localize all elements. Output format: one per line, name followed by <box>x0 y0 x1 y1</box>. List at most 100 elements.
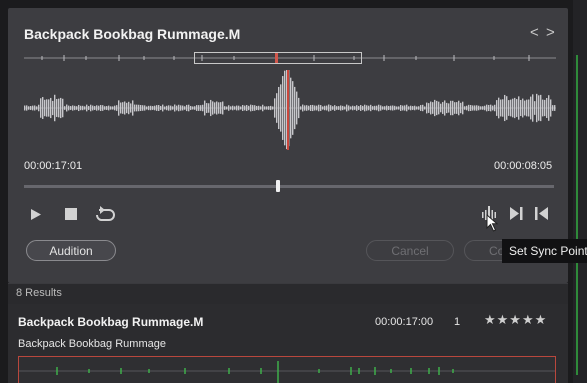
main-waveform[interactable] <box>24 70 556 150</box>
waveform-sample <box>138 104 140 112</box>
timecode-current: 00:00:17:01 <box>24 160 83 172</box>
waveform-sample <box>190 105 192 111</box>
waveform-sample <box>446 102 448 114</box>
waveform-sample <box>366 105 368 111</box>
waveform-sample <box>276 93 278 123</box>
waveform-sample <box>228 105 230 111</box>
waveform-sample <box>508 100 510 116</box>
waveform-sample <box>62 98 64 118</box>
waveform-sample <box>116 105 118 111</box>
waveform-sample <box>284 70 286 146</box>
waveform-sample <box>550 99 552 117</box>
waveform-sample <box>328 104 330 112</box>
waveform-sample <box>440 103 442 113</box>
result-rating-stars[interactable]: ★★★★★ <box>484 312 547 328</box>
waveform-sample <box>338 106 340 110</box>
waveform-sample <box>522 98 524 118</box>
waveform-sample <box>154 105 156 111</box>
waveform-sample <box>80 105 82 111</box>
waveform-sample <box>368 105 370 111</box>
waveform-sample <box>272 106 274 110</box>
waveform-sample <box>58 98 60 118</box>
waveform-sample <box>68 105 70 111</box>
waveform-sample <box>466 105 468 111</box>
waveform-sample <box>32 105 34 111</box>
audition-button[interactable]: Audition <box>26 240 116 261</box>
waveform-sample <box>294 86 296 130</box>
waveform-sample <box>384 106 386 110</box>
waveform-sample <box>48 99 50 117</box>
waveform-sample <box>42 97 44 119</box>
waveform-sample <box>514 97 516 119</box>
stop-icon[interactable] <box>65 208 77 220</box>
playhead-handle[interactable] <box>276 180 281 192</box>
waveform-sample <box>206 103 208 113</box>
waveform-sample <box>528 99 530 117</box>
waveform-sample <box>394 105 396 111</box>
waveform-sample <box>486 104 488 112</box>
waveform-sample <box>510 99 512 117</box>
waveform-sample <box>420 105 422 111</box>
waveform-sample <box>220 102 222 114</box>
waveform-sample <box>236 105 238 111</box>
waveform-sample <box>170 105 172 111</box>
waveform-sample <box>548 95 550 121</box>
result-timecode: 00:00:17:00 <box>375 316 434 328</box>
waveform-sample <box>152 106 154 110</box>
waveform-sample <box>382 106 384 110</box>
waveform-sample <box>518 96 520 120</box>
playhead-scrubber[interactable] <box>24 185 554 188</box>
waveform-sample <box>178 104 180 112</box>
waveform-sample <box>238 105 240 111</box>
waveform-sample <box>188 104 190 112</box>
result-row[interactable]: Backpack Bookbag Rummage.M 00:00:17:00 1… <box>8 304 568 383</box>
waveform-sample <box>410 105 412 111</box>
waveform-sample <box>300 106 302 110</box>
next-clip-button[interactable]: > <box>546 24 555 41</box>
waveform-sample <box>352 105 354 111</box>
waveform-sample <box>232 105 234 111</box>
waveform-sample <box>296 91 298 125</box>
waveform-sample <box>488 104 490 112</box>
skip-back-icon[interactable] <box>535 207 548 220</box>
waveform-sample <box>254 105 256 111</box>
waveform-sample <box>372 106 374 110</box>
overview-waveform[interactable] <box>24 50 556 68</box>
waveform-sample <box>418 106 420 110</box>
waveform-sample <box>54 94 56 122</box>
waveform-sample <box>148 105 150 111</box>
waveform-sample <box>110 106 112 110</box>
waveform-sample <box>204 100 206 116</box>
waveform-sample <box>484 105 486 111</box>
waveform-sample <box>526 99 528 117</box>
waveform-sample <box>104 106 106 110</box>
waveform-sample <box>330 105 332 111</box>
previous-clip-button[interactable]: < <box>530 24 539 41</box>
result-waveform[interactable] <box>18 356 556 383</box>
play-icon[interactable] <box>30 208 42 221</box>
waveform-sample <box>164 106 166 110</box>
waveform-sample <box>438 101 440 115</box>
waveform-sample <box>308 105 310 111</box>
waveform-sample <box>100 104 102 112</box>
waveform-sample <box>150 105 152 111</box>
waveform-sample <box>172 106 174 110</box>
waveform-sample <box>40 98 42 118</box>
overview-view-window[interactable] <box>194 52 362 64</box>
skip-forward-icon[interactable] <box>510 207 523 220</box>
waveform-sample <box>260 106 262 110</box>
waveform-sample <box>464 106 466 110</box>
cancel-button[interactable]: Cancel <box>366 240 454 261</box>
loop-icon[interactable] <box>94 205 116 223</box>
waveform-sample <box>326 105 328 111</box>
waveform-sample <box>406 104 408 112</box>
waveform-sample <box>448 103 450 113</box>
waveform-sample <box>278 86 280 130</box>
waveform-sample <box>454 102 456 114</box>
clip-title: Backpack Bookbag Rummage.M <box>24 26 241 42</box>
waveform-sample <box>434 99 436 117</box>
waveform-sample <box>176 105 178 111</box>
waveform-sample <box>380 105 382 111</box>
waveform-sample <box>234 106 236 110</box>
waveform-sample <box>128 101 130 115</box>
